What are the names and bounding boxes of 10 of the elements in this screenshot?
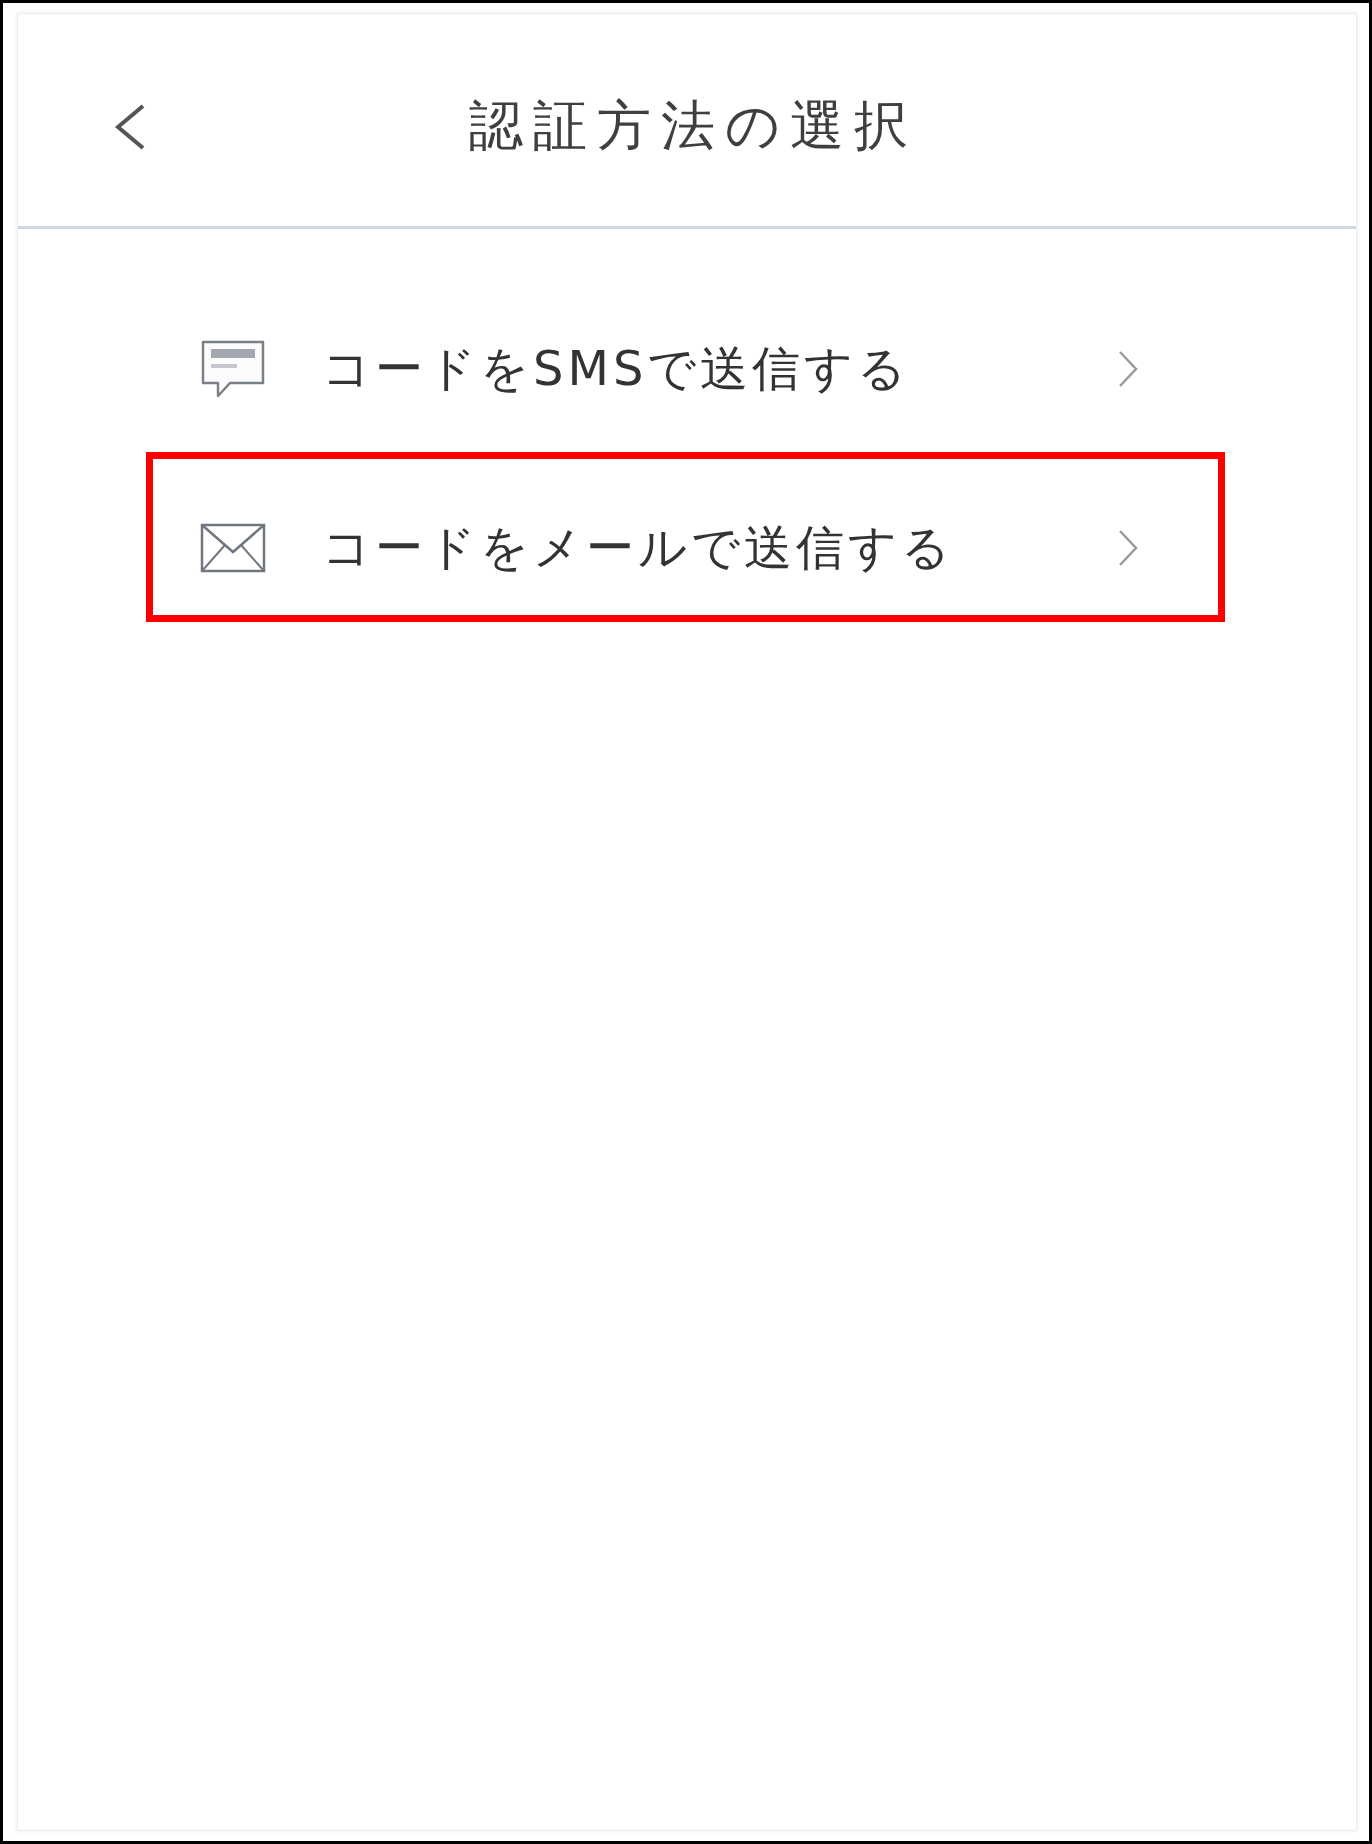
envelope-icon — [200, 523, 266, 573]
back-chevron-icon — [113, 103, 147, 151]
menu-item[interactable]: コードをSMSで送信する — [146, 273, 1225, 443]
menu-item[interactable]: コードをメールで送信する — [146, 452, 1225, 622]
speech-bubble-icon — [200, 339, 266, 399]
option-label: コードをメールで送信する — [322, 518, 955, 577]
chevron-right-icon — [1117, 349, 1139, 389]
chevron-right-icon — [1117, 528, 1139, 568]
page-title: 認証方法の選択 — [468, 92, 918, 159]
option-label: コードをSMSで送信する — [322, 339, 912, 398]
